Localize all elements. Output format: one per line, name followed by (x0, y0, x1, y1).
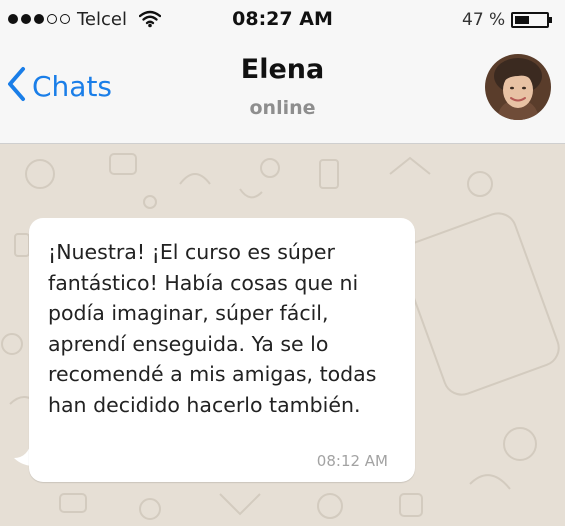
battery-icon (511, 12, 549, 28)
battery-percentage: 47 % (462, 10, 506, 30)
chat-header: Chats Elena online (0, 40, 565, 144)
status-bar: Telcel 08:27 AM 47 % (0, 0, 565, 40)
message-text: ¡Nuestra! ¡El curso es súper fantástico!… (48, 240, 377, 417)
contact-avatar[interactable] (485, 54, 551, 120)
battery-tip (549, 17, 552, 23)
contact-name[interactable]: Elena (0, 54, 565, 85)
battery-level (515, 16, 529, 24)
message-timestamp: 08:12 AM (316, 452, 388, 470)
incoming-message-bubble[interactable]: ¡Nuestra! ¡El curso es súper fantástico!… (29, 218, 415, 482)
contact-status: online (249, 97, 316, 119)
message-list[interactable]: ¡Nuestra! ¡El curso es súper fantástico!… (0, 144, 565, 526)
